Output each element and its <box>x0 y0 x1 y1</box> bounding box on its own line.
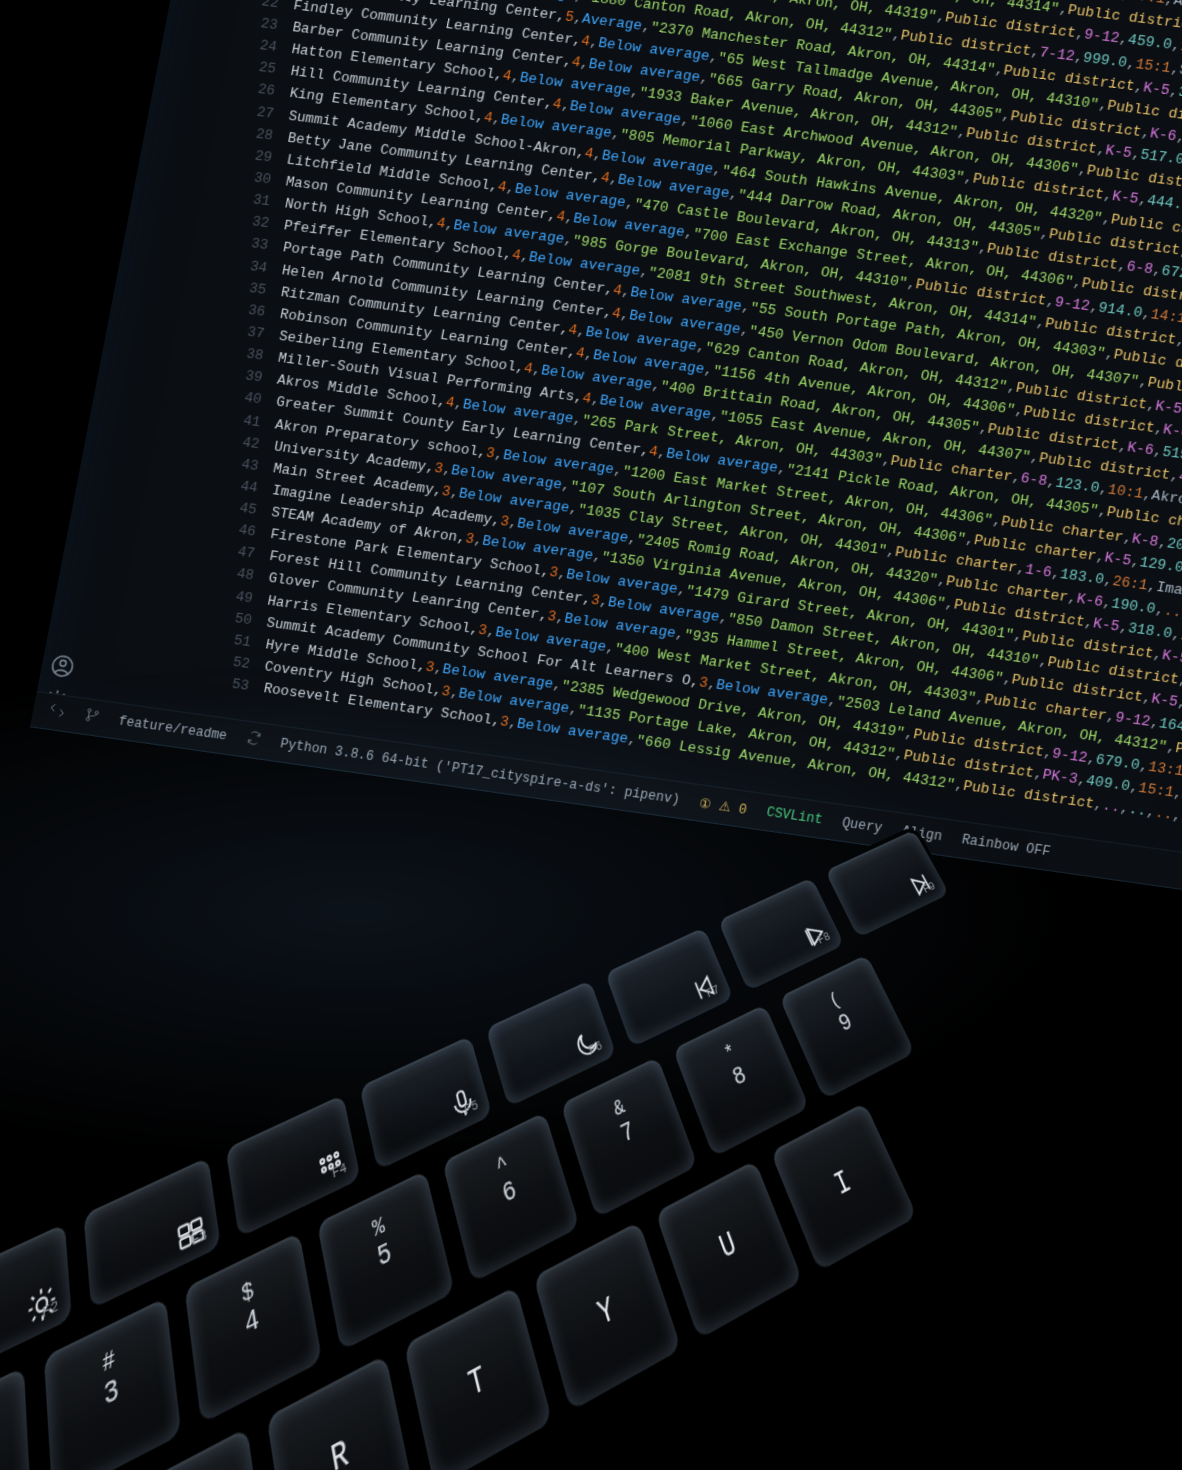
key-8[interactable]: *8 <box>673 1004 810 1157</box>
key-I[interactable]: I <box>770 1102 917 1271</box>
key-4[interactable]: $4 <box>184 1232 322 1424</box>
laptop-keyboard-scene: escF1F2F3F4F5F6F7F8F9~`!1@2#3$4%5^6&7*8(… <box>0 0 1182 1470</box>
key-3[interactable]: #3 <box>44 1297 182 1470</box>
laptop-keyboard: escF1F2F3F4F5F6F7F8F9~`!1@2#3$4%5^6&7*8(… <box>0 621 1182 1470</box>
key-U[interactable]: U <box>655 1160 803 1339</box>
key-Y[interactable]: Y <box>533 1221 681 1411</box>
key-5[interactable]: %5 <box>317 1170 455 1351</box>
key-6[interactable]: ^6 <box>442 1112 580 1283</box>
key-9[interactable]: (9 <box>779 954 915 1099</box>
key-7[interactable]: &7 <box>560 1057 697 1219</box>
key-T[interactable]: T <box>404 1286 553 1470</box>
key-2[interactable]: @2 <box>0 1367 31 1470</box>
